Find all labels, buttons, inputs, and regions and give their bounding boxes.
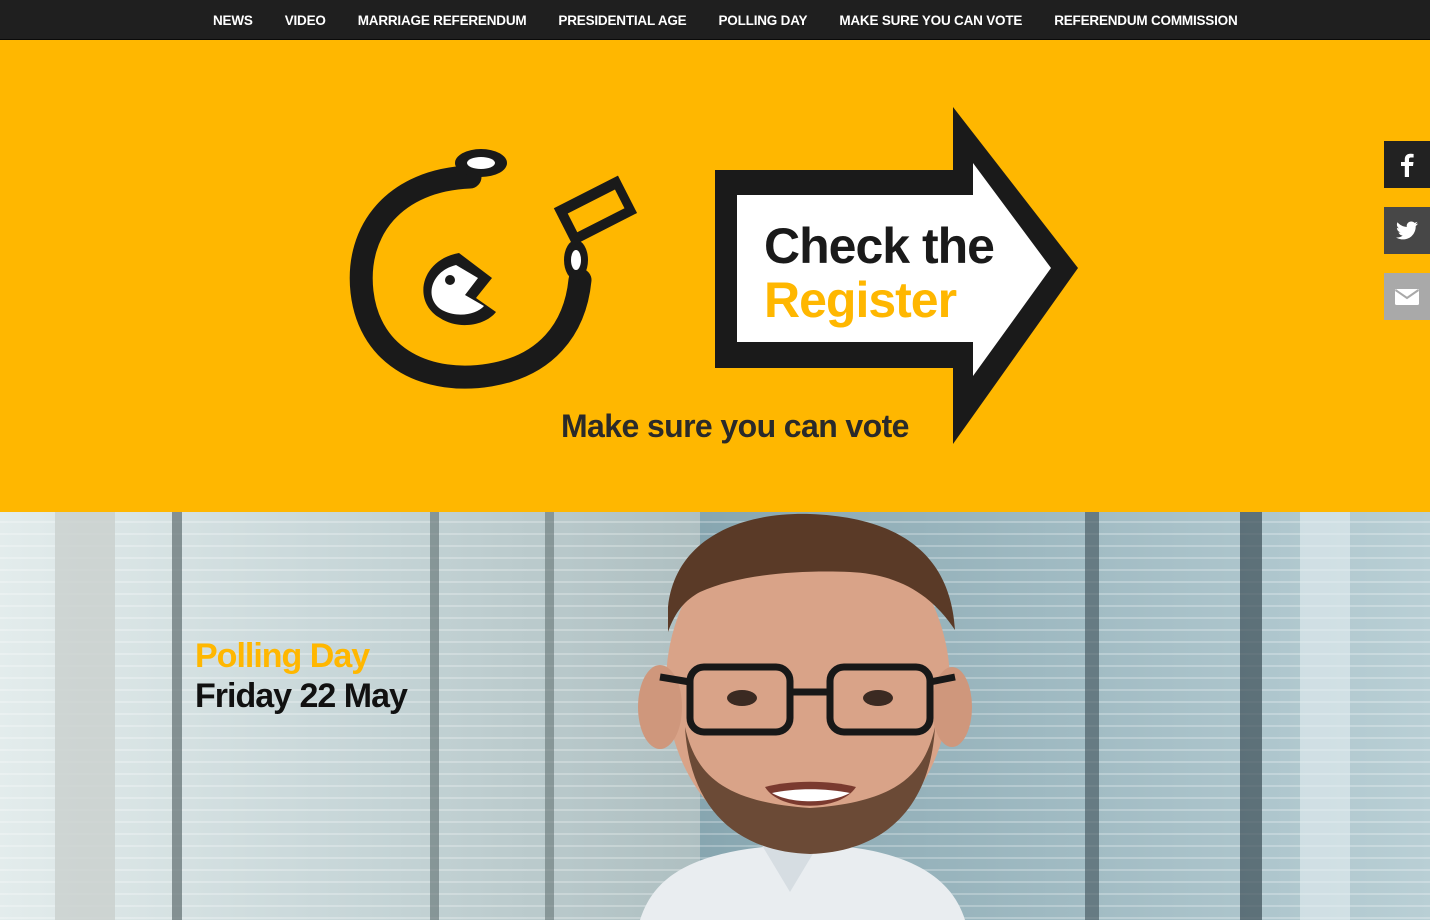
hero-photo bbox=[0, 512, 1430, 920]
twitter-share-button[interactable] bbox=[1384, 207, 1430, 254]
polling-day-label: Polling Day bbox=[195, 637, 370, 675]
nav-menu: NEWS VIDEO MARRIAGE REFERENDUM PRESIDENT… bbox=[197, 0, 1254, 40]
ballot-whistle-icon bbox=[349, 149, 638, 389]
polling-day-date: Friday 22 May bbox=[195, 677, 408, 715]
email-icon bbox=[1394, 288, 1420, 305]
nav-item-referendum-commission[interactable]: REFERENDUM COMMISSION bbox=[1038, 13, 1253, 28]
facebook-icon bbox=[1401, 153, 1414, 177]
email-share-button[interactable] bbox=[1384, 273, 1430, 320]
headline-line-2: Register bbox=[764, 272, 957, 328]
hero-artwork: Check the Register Make sure you can vot… bbox=[349, 107, 1078, 444]
polling-day-promo: Polling Day Friday 22 May bbox=[195, 636, 408, 716]
nav-item-make-sure-you-can-vote[interactable]: MAKE SURE YOU CAN VOTE bbox=[823, 13, 1038, 28]
hero-tagline: Make sure you can vote bbox=[561, 408, 909, 444]
twitter-icon bbox=[1396, 221, 1418, 239]
nav-item-presidential-age[interactable]: PRESIDENTIAL AGE bbox=[542, 13, 702, 28]
office-portrait-image bbox=[0, 512, 1430, 920]
nav-item-polling-day[interactable]: POLLING DAY bbox=[703, 13, 824, 28]
headline-line-1: Check the bbox=[764, 218, 994, 274]
nav-item-video[interactable]: VIDEO bbox=[269, 13, 342, 28]
nav-item-news[interactable]: NEWS bbox=[197, 13, 269, 28]
nav-item-marriage-referendum[interactable]: MARRIAGE REFERENDUM bbox=[342, 13, 543, 28]
facebook-share-button[interactable] bbox=[1384, 141, 1430, 188]
top-navigation: NEWS VIDEO MARRIAGE REFERENDUM PRESIDENT… bbox=[0, 0, 1430, 40]
hero-banner[interactable]: Check the Register Make sure you can vot… bbox=[0, 40, 1430, 512]
